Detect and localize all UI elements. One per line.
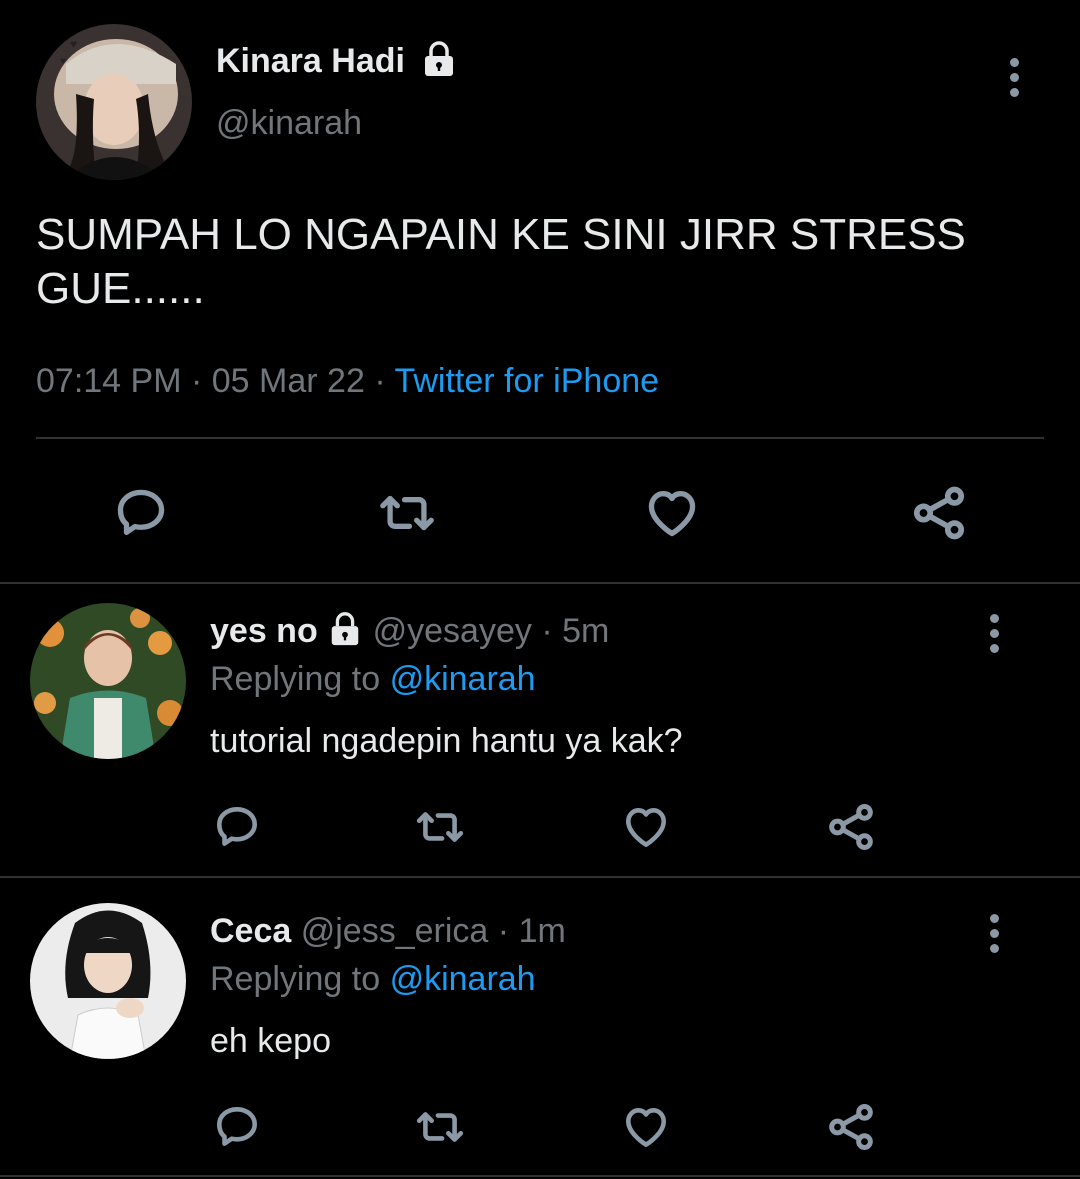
reply-author-handle[interactable]: @yesayey [373, 612, 532, 650]
reply-icon[interactable] [212, 802, 262, 852]
tweet-date: 05 Mar 22 [211, 362, 365, 400]
replying-to-handle[interactable]: @kinarah [390, 660, 536, 698]
like-icon[interactable] [620, 802, 672, 852]
reply-avatar[interactable] [30, 903, 186, 1059]
tweet-source-link[interactable]: Twitter for iPhone [394, 362, 659, 400]
meta-separator: · [541, 612, 553, 650]
meta-separator: · [190, 362, 203, 400]
reply-avatar[interactable] [30, 603, 186, 759]
reply-author-name[interactable]: yes no [210, 612, 318, 650]
retweet-icon[interactable] [412, 802, 468, 852]
tweet-time: 07:14 PM [36, 362, 182, 400]
retweet-icon[interactable] [376, 484, 438, 542]
reply-header: Ceca @jess_erica · 1m [210, 912, 566, 951]
replying-to: Replying to @kinarah [210, 960, 536, 999]
reply-action-bar [0, 800, 1080, 856]
more-icon[interactable] [990, 614, 999, 653]
tweet-meta: 07:14 PM · 05 Mar 22 · Twitter for iPhon… [36, 362, 659, 401]
reply-text: tutorial ngadepin hantu ya kak? [210, 722, 683, 760]
author-name-text[interactable]: Kinara Hadi [216, 42, 405, 80]
like-icon[interactable] [620, 1102, 672, 1152]
more-icon[interactable] [1010, 58, 1019, 97]
replying-to-handle[interactable]: @kinarah [390, 960, 536, 998]
reply-action-bar [0, 1100, 1080, 1156]
meta-divider [36, 437, 1044, 439]
meta-separator: · [374, 362, 386, 400]
reply-header: yes no @yesayey · 5m [210, 612, 609, 651]
reply-age: 1m [518, 912, 566, 950]
svg-text:♥: ♥ [60, 56, 66, 67]
retweet-icon[interactable] [412, 1102, 468, 1152]
section-divider [0, 876, 1080, 878]
more-icon[interactable] [990, 914, 999, 953]
section-divider [0, 582, 1080, 584]
replying-to-label: Replying to [210, 660, 381, 698]
lock-icon [425, 41, 454, 77]
main-action-bar [0, 480, 1080, 544]
main-author-name[interactable]: Kinara Hadi [216, 41, 458, 81]
section-divider [0, 1175, 1080, 1177]
reply-icon[interactable] [212, 1102, 262, 1152]
main-avatar[interactable]: ♥ ♥ [36, 24, 192, 180]
reply-text: eh kepo [210, 1022, 331, 1060]
reply-age: 5m [562, 612, 610, 650]
reply-author-name[interactable]: Ceca [210, 912, 291, 950]
main-author-handle[interactable]: @kinarah [216, 104, 362, 143]
reply-author-handle[interactable]: @jess_erica [301, 912, 489, 950]
lock-icon [331, 612, 359, 646]
share-icon[interactable] [908, 482, 970, 544]
like-icon[interactable] [642, 484, 702, 542]
share-icon[interactable] [824, 800, 878, 854]
meta-separator: · [497, 912, 510, 950]
replying-to: Replying to @kinarah [210, 660, 536, 699]
reply-icon[interactable] [112, 484, 170, 542]
share-icon[interactable] [824, 1100, 878, 1154]
main-tweet-text: SUMPAH LO NGAPAIN KE SINI JIRR STRESS GU… [36, 210, 966, 313]
replying-to-label: Replying to [210, 960, 381, 998]
svg-text:♥: ♥ [70, 37, 77, 51]
